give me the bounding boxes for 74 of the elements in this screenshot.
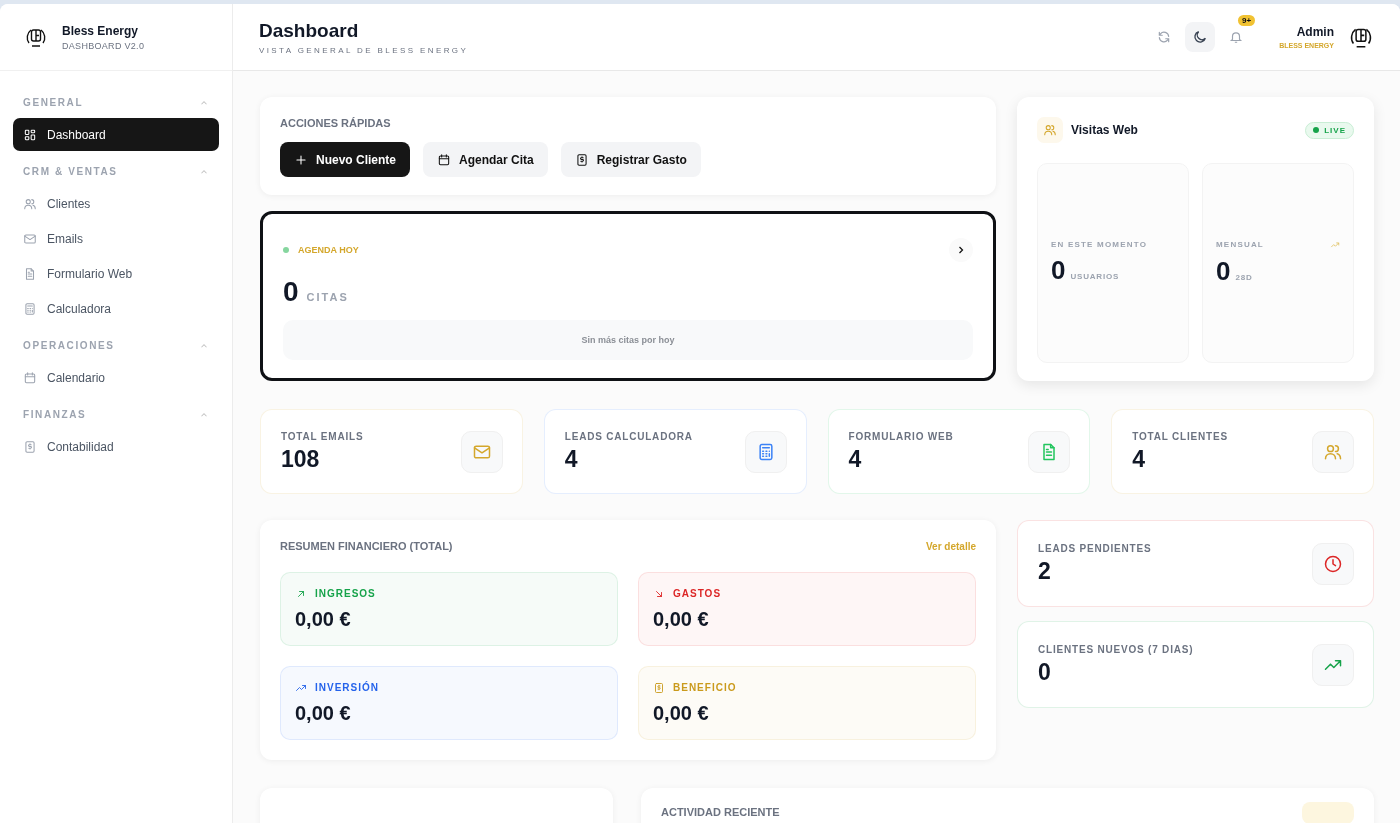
stat-label: FORMULARIO WEB xyxy=(848,430,954,442)
stat-label: TOTAL EMAILS xyxy=(281,430,364,442)
card-title: RESUMEN FINANCIERO (TOTAL) xyxy=(280,540,453,552)
stat-value: 0 xyxy=(1216,255,1231,287)
stat-label: TOTAL CLIENTES xyxy=(1132,430,1228,442)
mail-icon xyxy=(23,231,37,246)
section-title: OPERACIONES xyxy=(23,340,115,351)
stat-label: CLIENTES NUEVOS (7 DIAS) xyxy=(1038,643,1194,655)
stat-value: 0 xyxy=(1051,255,1066,286)
card-title: ACCIONES RÁPIDAS xyxy=(280,117,392,129)
sidebar-item[interactable]: Contabilidad xyxy=(13,430,219,463)
page-title: Dashboard xyxy=(259,19,360,42)
user-name: Admin xyxy=(1295,25,1334,39)
section-title: CRM & VENTAS xyxy=(23,166,118,177)
stat-unit: 28D xyxy=(1235,272,1253,282)
grid-icon xyxy=(23,127,37,142)
stat-value: 0 xyxy=(1038,658,1052,686)
stat-value: 4 xyxy=(564,445,579,473)
finance-value: 0,00 € xyxy=(653,701,710,725)
brand-subtitle: DASHBOARD V2.0 xyxy=(62,40,145,51)
dark-mode-button[interactable] xyxy=(1185,22,1216,52)
empty-message: Sin más citas por hoy xyxy=(283,320,973,360)
finance-value: 0,00 € xyxy=(295,607,352,631)
calculator-icon xyxy=(23,301,37,316)
refresh-icon xyxy=(1157,30,1172,44)
page-subtitle: VISTA GENERAL DE BLESS ENERGY xyxy=(259,45,469,55)
status-dot xyxy=(283,247,289,253)
sidebar-item[interactable]: Formulario Web xyxy=(13,257,219,290)
card-title: ACTIVIDAD RECIENTE xyxy=(661,806,780,820)
bell-icon xyxy=(1229,30,1244,44)
dollar-receipt-icon xyxy=(574,152,589,167)
stat-label: LEADS PENDIENTES xyxy=(1038,542,1152,554)
agenda-count: 0 xyxy=(283,276,299,308)
finance-label: INVERSIÓN xyxy=(315,682,379,693)
stat-label: EN ESTE MOMENTO xyxy=(1051,240,1148,249)
stat-value: 2 xyxy=(1038,557,1052,585)
stat-value: 108 xyxy=(281,445,321,473)
finance-value: 0,00 € xyxy=(295,701,352,725)
stat-label: LEADS CALCULADORA xyxy=(564,430,693,442)
action-button[interactable]: Agendar Cita xyxy=(423,142,548,177)
sidebar-item[interactable]: Calendario xyxy=(13,361,219,394)
sidebar-item[interactable]: Clientes xyxy=(13,187,219,220)
card-title: Visitas Web xyxy=(1071,123,1138,137)
next-button[interactable] xyxy=(949,238,973,262)
sidebar-item[interactable]: Dashboard xyxy=(13,118,219,151)
live-badge: LIVE xyxy=(1305,121,1354,139)
stat-label: MENSUAL xyxy=(1216,239,1264,250)
finance-label: INGRESOS xyxy=(315,588,376,599)
calendar-icon xyxy=(437,152,451,167)
stat-value: 4 xyxy=(1132,445,1147,473)
calendar-icon xyxy=(23,370,37,385)
stat-unit: USUARIOS xyxy=(1070,272,1120,281)
notification-badge: 9+ xyxy=(1238,15,1256,26)
finance-label: GASTOS xyxy=(673,588,722,599)
action-button[interactable]: Registrar Gasto xyxy=(560,142,701,177)
agenda-unit: CITAS xyxy=(306,291,349,303)
brand-name: Bless Energy xyxy=(62,23,140,38)
plus-icon xyxy=(294,152,308,167)
sidebar-item[interactable]: Emails xyxy=(13,222,219,255)
moon-icon xyxy=(1192,29,1209,45)
section-title: GENERAL xyxy=(23,97,84,108)
agenda-title: AGENDA HOY xyxy=(298,245,359,255)
dollar-receipt-icon xyxy=(653,681,665,694)
finance-value: 0,00 € xyxy=(653,607,710,631)
dollar-receipt-icon xyxy=(23,439,37,454)
document-icon xyxy=(23,266,37,281)
finance-label: BENEFICIO xyxy=(673,682,737,693)
users-icon xyxy=(1043,123,1057,137)
action-button[interactable]: Nuevo Cliente xyxy=(280,142,410,177)
sidebar-item[interactable]: Calculadora xyxy=(13,292,219,325)
section-title: FINANZAS xyxy=(23,409,87,420)
badge xyxy=(1302,802,1354,823)
users-icon xyxy=(23,196,37,211)
stat-value: 4 xyxy=(848,445,863,473)
